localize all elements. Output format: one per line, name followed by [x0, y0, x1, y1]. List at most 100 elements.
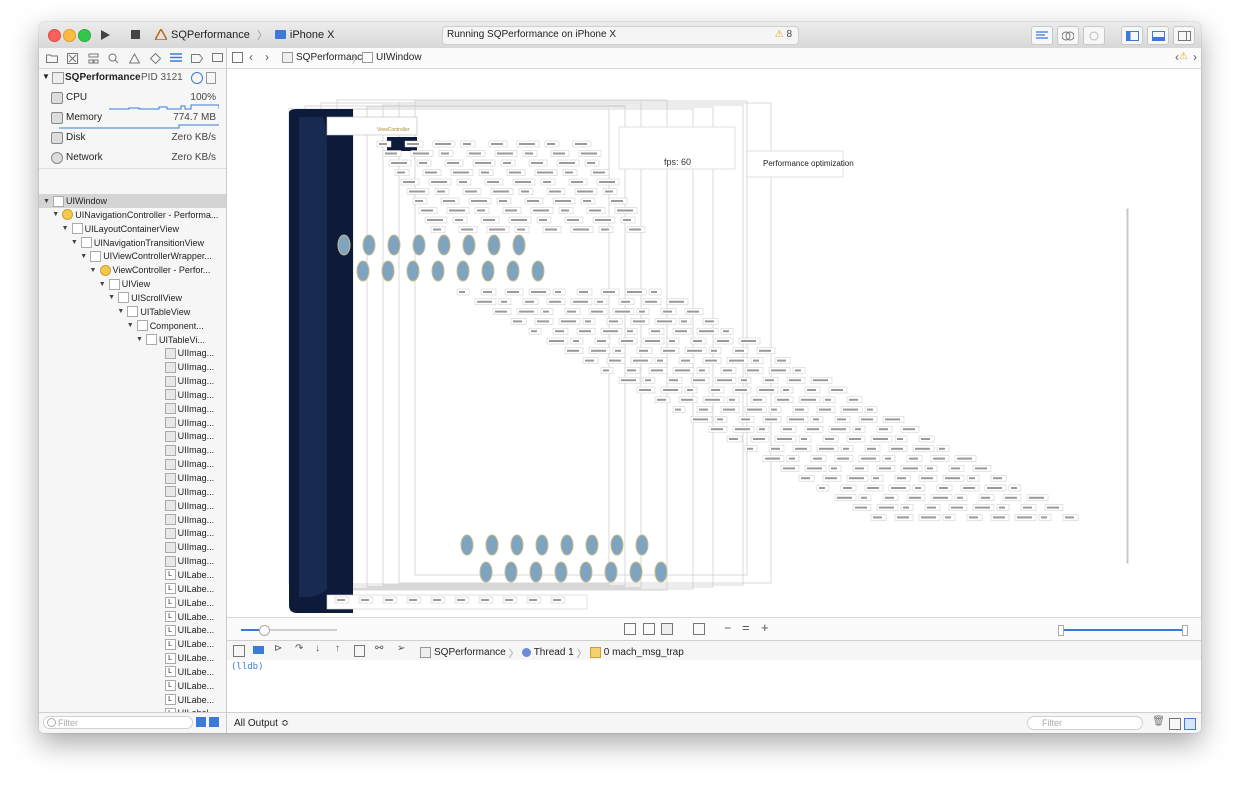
memory-metric[interactable]: Memory 774.7 MB — [39, 108, 226, 129]
tree-row[interactable]: UIImag... — [39, 526, 226, 540]
range-slider-left-knob[interactable] — [1058, 625, 1064, 636]
disclosure-triangle-icon[interactable]: ▼ — [62, 225, 70, 232]
scheme-selector[interactable]: SQPerformance 〉 iPhone X — [155, 26, 335, 43]
tree-row[interactable]: UIImag... — [39, 471, 226, 485]
tree-row[interactable]: ▼ UITableVi... — [39, 333, 226, 347]
console-view-icon[interactable] — [1184, 718, 1196, 730]
avatar-image-layer[interactable] — [629, 561, 643, 583]
tree-row[interactable]: UIImag... — [39, 346, 226, 360]
assistant-editor-button[interactable] — [1057, 26, 1079, 45]
tree-row[interactable]: UIImag... — [39, 513, 226, 527]
tree-row[interactable]: ▼ UILayoutContainerView — [39, 222, 226, 236]
process-gauge-icon[interactable] — [191, 72, 203, 84]
show-only-icon[interactable] — [196, 717, 206, 727]
tree-row[interactable]: UIImag... — [39, 402, 226, 416]
avatar-image-layer[interactable] — [604, 561, 618, 583]
avatar-image-layer[interactable] — [610, 534, 624, 556]
avatar-image-layer[interactable] — [535, 534, 549, 556]
trash-icon[interactable]: 🗑 — [1152, 716, 1165, 727]
debug-navigator-tab[interactable] — [167, 50, 185, 66]
jump-crumb-view[interactable]: UIWindow — [362, 52, 422, 63]
report-navigator-tab[interactable] — [208, 50, 226, 66]
continue-icon[interactable]: ⊳ — [274, 643, 282, 654]
step-into-icon[interactable]: ↓ — [315, 643, 320, 654]
disclosure-triangle-icon[interactable]: ▼ — [80, 253, 88, 260]
avatar-image-layer[interactable] — [560, 534, 574, 556]
find-navigator-tab[interactable] — [105, 50, 123, 66]
test-navigator-tab[interactable] — [146, 50, 164, 66]
avatar-image-layer[interactable] — [635, 534, 649, 556]
spacing-slider-knob[interactable] — [259, 625, 270, 636]
symbol-navigator-tab[interactable] — [84, 50, 102, 66]
zoom-in-icon[interactable]: + — [761, 620, 769, 635]
tree-row[interactable]: L UILabe... — [39, 596, 226, 610]
source-control-tab[interactable] — [64, 50, 82, 66]
navigator-filter-input[interactable]: Filter — [43, 716, 193, 729]
tree-row[interactable]: UIImag... — [39, 485, 226, 499]
tree-row[interactable]: UIImag... — [39, 554, 226, 568]
disclosure-triangle-icon[interactable]: ▼ — [71, 239, 79, 246]
tree-row[interactable]: UIImag... — [39, 540, 226, 554]
toggle-debug-area-button[interactable] — [1147, 26, 1169, 45]
breakpoint-navigator-tab[interactable] — [188, 50, 206, 66]
tree-row[interactable]: UIImag... — [39, 457, 226, 471]
avatar-image-layer[interactable] — [337, 234, 351, 256]
avatar-image-layer[interactable] — [481, 260, 495, 282]
tree-row[interactable]: ▼ UIView — [39, 277, 226, 291]
view-debugger-icon[interactable] — [354, 645, 365, 657]
zoom-out-icon[interactable]: − — [724, 621, 731, 635]
tree-row[interactable]: L UILabe... — [39, 679, 226, 693]
hide-debug-area-icon[interactable] — [233, 645, 245, 657]
tree-row[interactable]: UIImag... — [39, 443, 226, 457]
disclosure-triangle-icon[interactable]: ▼ — [43, 198, 51, 205]
avatar-image-layer[interactable] — [510, 534, 524, 556]
tree-row[interactable]: L UILabe... — [39, 637, 226, 651]
lldb-console[interactable]: (lldb) — [227, 660, 1201, 712]
view-debugger-canvas[interactable]: fps: 60 Performance optimization ViewCon… — [227, 69, 1201, 617]
actual-size-icon[interactable]: = — [742, 620, 750, 635]
avatar-image-layer[interactable] — [462, 234, 476, 256]
avatar-image-layer[interactable] — [456, 260, 470, 282]
show-clipped-icon[interactable] — [624, 623, 636, 635]
toggle-navigator-button[interactable] — [1121, 26, 1143, 45]
avatar-image-layer[interactable] — [437, 234, 451, 256]
console-filter-input[interactable]: Filter — [1027, 716, 1143, 730]
warning-indicator[interactable]: ⚠ 8 — [775, 29, 792, 40]
disclosure-triangle-icon[interactable]: ▼ — [117, 308, 125, 315]
disclosure-triangle-icon[interactable]: ▼ — [99, 281, 107, 288]
avatar-image-layer[interactable] — [512, 234, 526, 256]
minimize-window-button[interactable] — [63, 29, 76, 42]
tree-row[interactable]: ▼ UINavigationController - Performa... — [39, 208, 226, 222]
run-button[interactable] — [94, 26, 116, 43]
avatar-image-layer[interactable] — [387, 234, 401, 256]
show-hidden-icon[interactable] — [209, 717, 219, 727]
avatar-image-layer[interactable] — [479, 561, 493, 583]
disclosure-triangle-icon[interactable]: ▼ — [52, 211, 60, 218]
tree-row[interactable]: UIImag... — [39, 388, 226, 402]
avatar-image-layer[interactable] — [529, 561, 543, 583]
tree-row[interactable]: L UILabe... — [39, 665, 226, 679]
avatar-image-layer[interactable] — [406, 260, 420, 282]
cpu-metric[interactable]: CPU 100% — [39, 88, 226, 110]
disclosure-triangle-icon[interactable]: ▼ — [90, 267, 98, 274]
tree-row[interactable]: ▼ UIScrollView — [39, 291, 226, 305]
related-items-icon[interactable] — [232, 52, 243, 63]
avatar-image-layer[interactable] — [654, 561, 668, 583]
avatar-image-layer[interactable] — [381, 260, 395, 282]
next-issue-icon[interactable]: › — [1193, 50, 1197, 64]
standard-editor-button[interactable] — [1031, 26, 1053, 45]
zoom-window-button[interactable] — [78, 29, 91, 42]
process-row[interactable]: ▼ SQPerformance PID 3121 — [39, 68, 226, 88]
tree-row[interactable]: L UILabe... — [39, 582, 226, 596]
exploded-view-hierarchy[interactable]: fps: 60 Performance optimization ViewCon… — [227, 69, 1201, 617]
version-editor-button[interactable] — [1083, 26, 1105, 45]
variables-view-icon[interactable] — [1169, 718, 1181, 730]
tree-row[interactable]: L UILabe... — [39, 610, 226, 624]
avatar-image-layer[interactable] — [487, 234, 501, 256]
toggle-inspector-button[interactable] — [1173, 26, 1195, 45]
tree-row[interactable]: L UILabe... — [39, 651, 226, 665]
tree-row[interactable]: ▼ UIViewControllerWrapper... — [39, 249, 226, 263]
tree-row[interactable]: L UILabe... — [39, 623, 226, 637]
avatar-image-layer[interactable] — [362, 234, 376, 256]
tree-row[interactable]: UIImag... — [39, 499, 226, 513]
